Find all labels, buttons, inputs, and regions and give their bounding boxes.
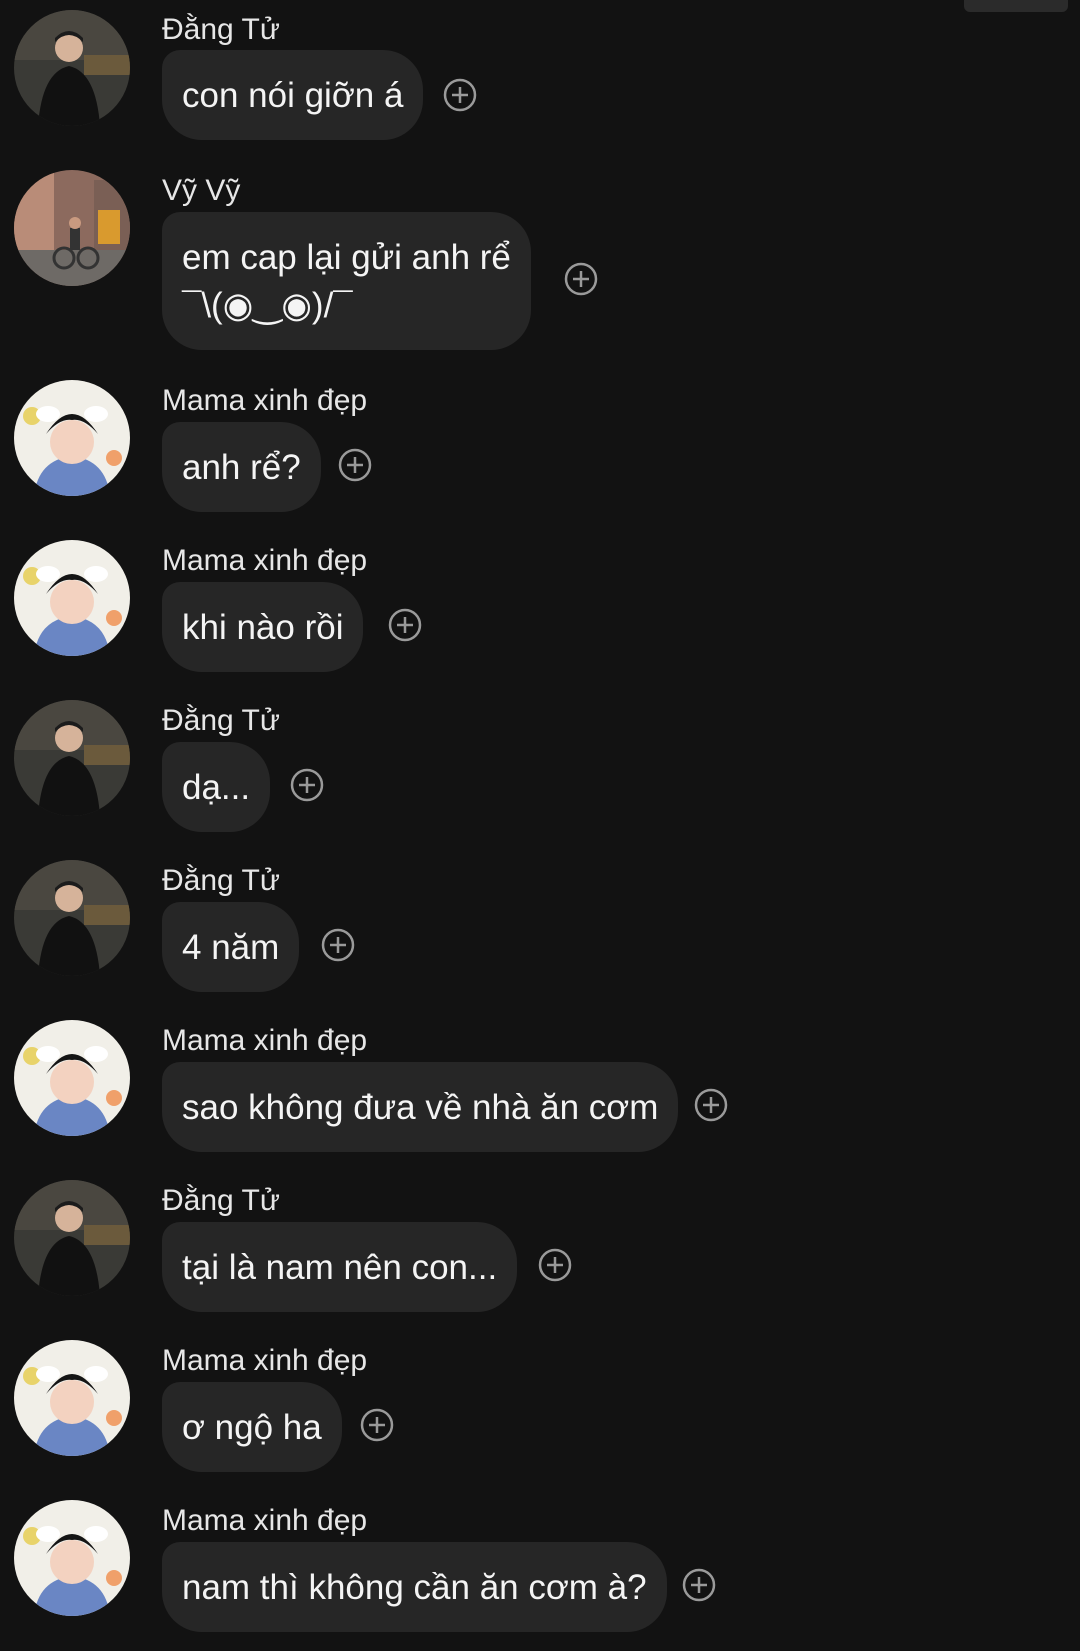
message-bubble[interactable]: em cap lại gửi anh rể ¯\(◉‿◉)/¯ bbox=[162, 212, 531, 350]
message-row: Đằng Tử con nói giỡn á bbox=[0, 0, 1080, 150]
man-black-shirt-avatar[interactable] bbox=[14, 1180, 130, 1296]
sender-name: Đằng Tử bbox=[162, 1184, 280, 1217]
message-row: Đằng Tử tại là nam nên con... bbox=[0, 1170, 1080, 1320]
sender-name: Đằng Tử bbox=[162, 864, 280, 897]
sender-name: Đằng Tử bbox=[162, 704, 280, 737]
add-reaction-icon[interactable] bbox=[388, 608, 422, 642]
message-bubble[interactable]: sao không đưa về nhà ăn cơm bbox=[162, 1062, 679, 1152]
add-reaction-icon[interactable] bbox=[694, 1088, 728, 1122]
add-reaction-icon[interactable] bbox=[682, 1568, 716, 1602]
man-black-shirt-avatar[interactable] bbox=[14, 700, 130, 816]
man-black-shirt-avatar[interactable] bbox=[14, 10, 130, 126]
message-row: Vỹ Vỹ em cap lại gửi anh rể ¯\(◉‿◉)/¯ bbox=[0, 160, 1080, 360]
message-bubble[interactable]: nam thì không cần ăn cơm à? bbox=[162, 1542, 667, 1632]
message-bubble[interactable]: anh rể? bbox=[162, 422, 321, 512]
add-reaction-icon[interactable] bbox=[538, 1248, 572, 1282]
message-row: Đằng Tử dạ... bbox=[0, 690, 1080, 840]
message-row: Mama xinh đẹp ơ ngộ ha bbox=[0, 1330, 1080, 1480]
boy-with-ears-avatar[interactable] bbox=[14, 380, 130, 496]
sender-name: Đằng Tử bbox=[162, 13, 280, 46]
message-bubble[interactable]: ơ ngộ ha bbox=[162, 1382, 342, 1472]
message-row: Mama xinh đẹp nam thì không cần ăn cơm à… bbox=[0, 1490, 1080, 1640]
add-reaction-icon[interactable] bbox=[321, 928, 355, 962]
message-row: Đằng Tử 4 năm bbox=[0, 850, 1080, 1000]
add-reaction-icon[interactable] bbox=[338, 448, 372, 482]
boy-with-ears-avatar[interactable] bbox=[14, 540, 130, 656]
man-black-shirt-avatar[interactable] bbox=[14, 860, 130, 976]
sender-name: Mama xinh đẹp bbox=[162, 544, 368, 577]
add-reaction-icon[interactable] bbox=[564, 262, 598, 296]
add-reaction-icon[interactable] bbox=[290, 768, 324, 802]
message-row: Mama xinh đẹp sao không đưa về nhà ăn cơ… bbox=[0, 1010, 1080, 1160]
message-bubble[interactable]: khi nào rồi bbox=[162, 582, 364, 672]
message-bubble[interactable]: dạ... bbox=[162, 742, 271, 832]
message-bubble[interactable]: tại là nam nên con... bbox=[162, 1222, 518, 1312]
message-bubble[interactable]: con nói giỡn á bbox=[162, 50, 424, 140]
message-row: Mama xinh đẹp khi nào rồi bbox=[0, 530, 1080, 680]
add-reaction-icon[interactable] bbox=[443, 78, 477, 112]
boy-with-ears-avatar[interactable] bbox=[14, 1340, 130, 1456]
message-row: Mama xinh đẹp anh rể? bbox=[0, 370, 1080, 520]
add-reaction-icon[interactable] bbox=[360, 1408, 394, 1442]
boy-with-ears-avatar[interactable] bbox=[14, 1020, 130, 1136]
message-bubble[interactable]: 4 năm bbox=[162, 902, 300, 992]
sender-name: Mama xinh đẹp bbox=[162, 1344, 368, 1377]
sender-name: Mama xinh đẹp bbox=[162, 1024, 368, 1057]
sender-name: Mama xinh đẹp bbox=[162, 1504, 368, 1537]
sender-name: Vỹ Vỹ bbox=[162, 174, 241, 207]
boy-with-ears-avatar[interactable] bbox=[14, 1500, 130, 1616]
sender-name: Mama xinh đẹp bbox=[162, 384, 368, 417]
chat-thread: Đằng Tử con nói giỡn á Vỹ Vỹ em cap lại … bbox=[0, 0, 1080, 1651]
street-bicycle-avatar[interactable] bbox=[14, 170, 130, 286]
